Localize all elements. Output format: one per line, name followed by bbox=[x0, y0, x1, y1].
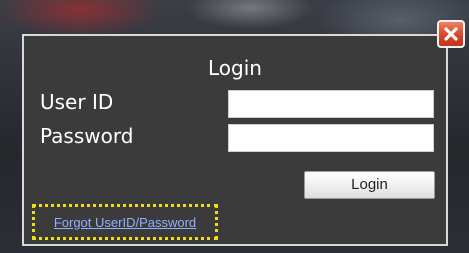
userid-label: User ID bbox=[40, 90, 114, 114]
dialog-title: Login bbox=[208, 56, 262, 80]
close-button[interactable] bbox=[437, 20, 465, 48]
login-button[interactable]: Login bbox=[304, 171, 435, 199]
close-icon bbox=[443, 26, 459, 42]
password-input[interactable] bbox=[228, 124, 434, 152]
login-dialog: Login User ID Password Login Forgot User… bbox=[22, 34, 448, 246]
forgot-userid-password-link[interactable]: Forgot UserID/Password bbox=[54, 215, 196, 230]
password-label: Password bbox=[40, 124, 134, 148]
forgot-link-highlight: Forgot UserID/Password bbox=[32, 204, 218, 240]
userid-input[interactable] bbox=[228, 90, 434, 118]
